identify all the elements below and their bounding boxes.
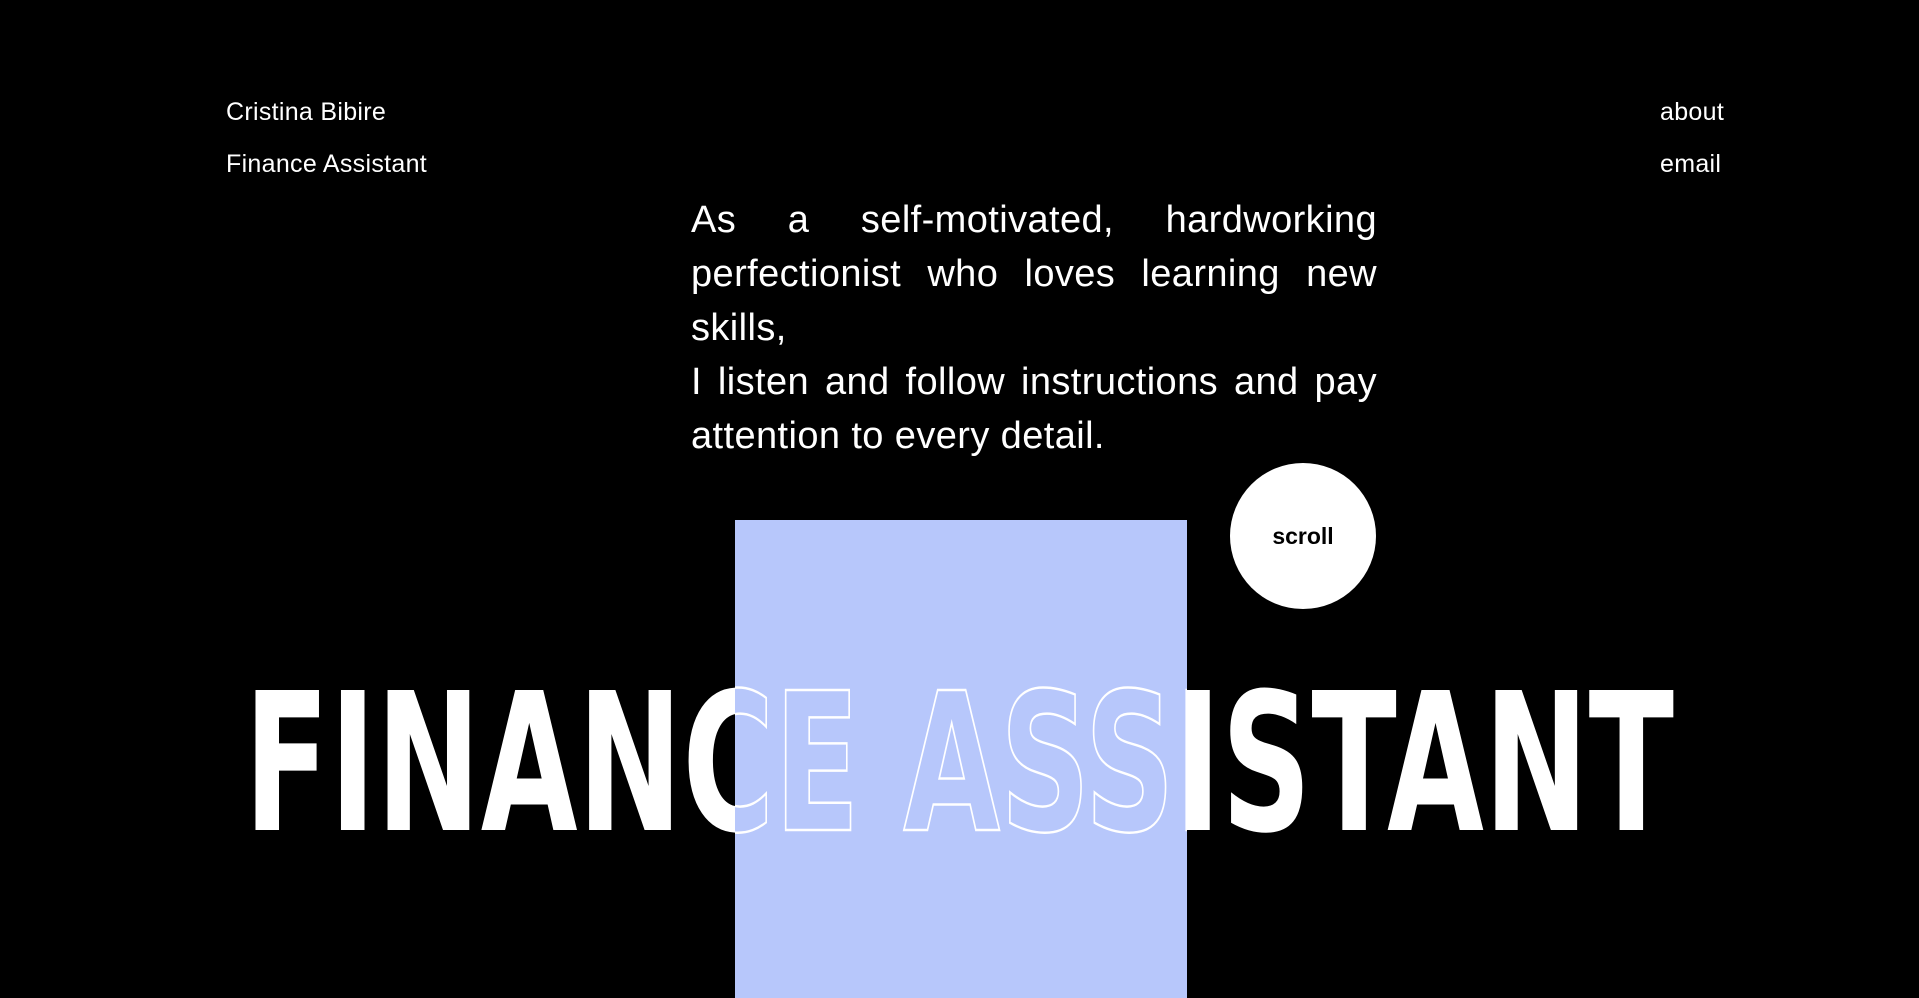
scroll-button[interactable]: scroll — [1230, 463, 1376, 609]
site-owner-name[interactable]: Cristina Bibire — [226, 97, 386, 127]
intro-line-1: As a self-motivated, hardworking perfect… — [691, 199, 1377, 349]
portfolio-page: Cristina Bibire Finance Assistant about … — [0, 0, 1919, 998]
intro-line-2: I listen and follow instructions and pay… — [691, 361, 1377, 457]
intro-paragraph: As a self-motivated, hardworking perfect… — [691, 193, 1377, 463]
nav-link-email[interactable]: email — [1660, 149, 1721, 179]
accent-panel — [735, 520, 1187, 998]
scroll-button-label: scroll — [1272, 522, 1334, 549]
site-owner-role: Finance Assistant — [226, 150, 428, 178]
nav-link-about[interactable]: about — [1660, 97, 1724, 127]
